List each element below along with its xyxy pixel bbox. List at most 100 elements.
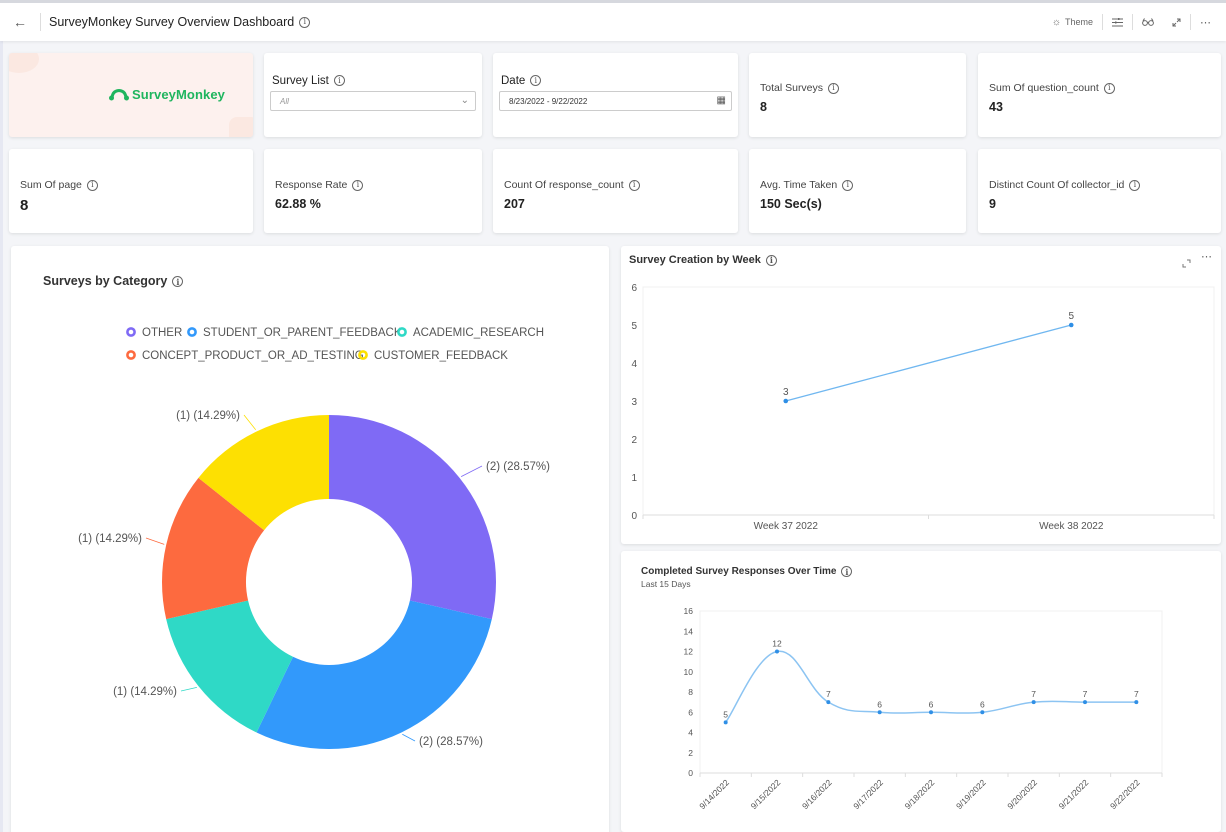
- y-tick-label: 4: [631, 359, 637, 370]
- x-tick-label: 9/17/2022: [851, 777, 885, 811]
- filter-button[interactable]: [1103, 12, 1132, 32]
- data-label: 5: [723, 709, 728, 719]
- date-label: Date i: [501, 75, 542, 87]
- info-icon[interactable]: i: [842, 179, 854, 191]
- info-icon[interactable]: i: [1129, 179, 1141, 191]
- data-point[interactable]: [783, 398, 789, 404]
- legend-label: STUDENT_OR_PARENT_FEEDBACK: [203, 327, 402, 339]
- completed-responses-widget: Completed Survey Responses Over Time i La…: [621, 551, 1221, 832]
- kpi-card-total-surveys: Total Surveys i 8: [749, 53, 966, 137]
- legend-item[interactable]: CUSTOMER_FEEDBACK: [358, 350, 508, 362]
- more-button[interactable]: ⋯: [1191, 12, 1220, 32]
- legend-marker: [397, 327, 407, 337]
- data-label: 3: [783, 387, 789, 398]
- surveymonkey-logo: SurveyMonkey: [109, 87, 225, 102]
- info-icon[interactable]: i: [1103, 82, 1115, 94]
- kpi-label: Sum Of page i: [20, 179, 98, 191]
- donut-slice[interactable]: [329, 415, 496, 620]
- legend-label: ACADEMIC_RESEARCH: [413, 327, 544, 339]
- legend-label: CONCEPT_PRODUCT_OR_AD_TESTING: [142, 350, 364, 362]
- expand-icon: [1172, 18, 1181, 26]
- kpi-value: 150 Sec(s): [760, 197, 822, 211]
- legend-marker: [187, 327, 197, 337]
- legend-item[interactable]: OTHER: [126, 327, 182, 339]
- data-point[interactable]: [826, 700, 831, 705]
- data-point[interactable]: [1068, 322, 1074, 328]
- theme-label: Theme: [1064, 17, 1093, 27]
- info-icon[interactable]: i: [352, 179, 364, 191]
- surveymonkey-logo-icon: [109, 88, 130, 101]
- data-point[interactable]: [723, 720, 728, 725]
- data-label-connector: [180, 686, 197, 692]
- donut-slice[interactable]: [256, 600, 492, 749]
- surveys-by-category-widget: Surveys by Category i OTHER STUDENT_OR_PAR…: [11, 246, 609, 832]
- y-tick-label: 2: [631, 435, 637, 446]
- header-actions: ☼ Theme ⋯: [1043, 3, 1226, 41]
- date-label-text: Date: [501, 75, 526, 87]
- y-tick-label: 6: [631, 283, 637, 294]
- survey-list-value: All: [280, 96, 289, 106]
- responses-line-chart: 0 2 4 6 8 10 12 14 16 9/14/2022 9/15/2022 9/16/2022…: [684, 606, 1163, 811]
- data-point[interactable]: [980, 710, 985, 715]
- info-icon[interactable]: i: [628, 179, 640, 191]
- x-tick-label: 9/18/2022: [903, 777, 937, 811]
- filter-sliders-icon: [1112, 17, 1123, 26]
- fullscreen-button[interactable]: [1163, 12, 1190, 32]
- data-label: 12: [772, 639, 782, 649]
- kpi-value: 43: [989, 100, 1003, 114]
- x-tick-label: 9/22/2022: [1108, 777, 1142, 811]
- back-button[interactable]: ←: [0, 3, 40, 41]
- data-label-connector: [460, 465, 483, 477]
- legend-marker: [126, 350, 136, 360]
- week-line-chart: 0 1 2 3 4 5 6 Week 37 2022 Week 38 2022 3 5: [631, 283, 1215, 532]
- logo-card: SurveyMonkey: [9, 53, 253, 137]
- date-range-input[interactable]: 8/23/2022 - 9/22/2022 ▦: [499, 91, 732, 111]
- data-point[interactable]: [775, 649, 779, 654]
- arrow-left-icon: ←: [13, 14, 27, 30]
- date-range-value: 8/23/2022 - 9/22/2022: [509, 96, 588, 106]
- kpi-label: Total Surveys i: [760, 82, 840, 94]
- legend-item[interactable]: CONCEPT_PRODUCT_OR_AD_TESTING: [126, 350, 364, 362]
- info-icon[interactable]: i: [828, 82, 840, 94]
- kpi-label-text: Count Of response_count: [504, 179, 624, 191]
- info-icon[interactable]: i: [86, 179, 98, 191]
- kpi-label-text: Distinct Count Of collector_id: [989, 179, 1125, 191]
- data-point[interactable]: [877, 710, 882, 715]
- data-label-connector: [402, 733, 416, 742]
- x-tick-label: 9/14/2022: [697, 777, 731, 811]
- data-label: 7: [826, 689, 831, 699]
- title-divider: [40, 13, 41, 31]
- y-tick-label: 5: [631, 321, 637, 332]
- data-label: 6: [929, 699, 934, 709]
- data-point[interactable]: [929, 710, 933, 715]
- data-label: 7: [1134, 689, 1139, 699]
- calendar-icon[interactable]: ▦: [717, 95, 726, 106]
- plot-area: [642, 286, 1215, 516]
- legend-marker: [126, 327, 136, 337]
- survey-list-select[interactable]: All ⌄: [270, 91, 476, 111]
- y-tick-label: 4: [688, 728, 693, 738]
- theme-button[interactable]: ☼ Theme: [1043, 12, 1102, 32]
- info-icon[interactable]: i: [333, 75, 345, 87]
- view-button[interactable]: [1133, 12, 1163, 32]
- legend-item[interactable]: ACADEMIC_RESEARCH: [397, 327, 544, 339]
- legend-item[interactable]: STUDENT_OR_PARENT_FEEDBACK: [187, 327, 402, 339]
- date-filter-card: Date i 8/23/2022 - 9/22/2022 ▦: [493, 53, 738, 137]
- x-tick-label: 9/16/2022: [800, 777, 834, 811]
- kpi-card-sum-of-page: Sum Of page i 8: [9, 149, 253, 233]
- kpi-card-distinct-collector-id: Distinct Count Of collector_id i 9: [978, 149, 1221, 233]
- survey-creation-by-week-widget: Survey Creation by Week i ⋯ 0 1 2 3 4 5 6 Week 3…: [621, 246, 1221, 544]
- more-horizontal-icon: ⋯: [1200, 16, 1211, 29]
- data-point[interactable]: [1083, 700, 1087, 705]
- y-tick-label: 2: [688, 748, 693, 758]
- y-tick-label: 3: [631, 397, 637, 408]
- plot-area: [699, 610, 1163, 774]
- info-icon[interactable]: i: [530, 75, 542, 87]
- data-point[interactable]: [1134, 700, 1139, 705]
- kpi-value: 62.88 %: [275, 197, 321, 211]
- data-label: (1) (14.29%): [113, 686, 177, 698]
- kpi-value: 207: [504, 197, 525, 211]
- info-icon[interactable]: i: [299, 16, 311, 28]
- data-point[interactable]: [1031, 700, 1036, 705]
- data-label: (1) (14.29%): [78, 533, 142, 545]
